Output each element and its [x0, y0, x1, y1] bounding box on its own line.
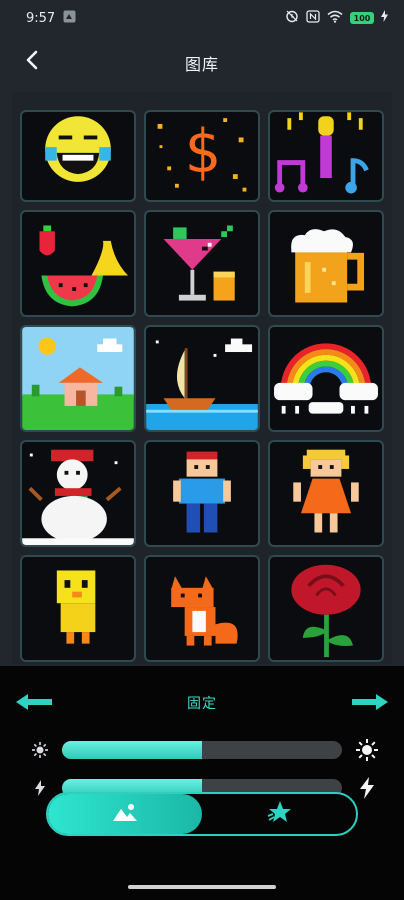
- gallery-item-beer-mug[interactable]: [268, 210, 384, 317]
- snowman-image: [22, 449, 134, 545]
- pixel-girl-image: [293, 449, 359, 533]
- gallery-item-house-landscape[interactable]: [20, 325, 136, 432]
- home-indicator[interactable]: [128, 885, 276, 889]
- status-right: 100: [285, 9, 388, 27]
- wifi-icon: [327, 10, 343, 27]
- gallery-item-yellow-bird[interactable]: [20, 555, 136, 662]
- gallery-item-pixel-boy[interactable]: [144, 440, 260, 547]
- back-chevron-icon: [25, 50, 39, 74]
- microphone-music-image: [274, 112, 369, 194]
- star-icon: [266, 800, 292, 828]
- control-panel: 固定: [0, 666, 404, 900]
- page-title: 图库: [184, 55, 219, 74]
- beer-mug-image: [291, 229, 365, 303]
- notification-icon: [63, 10, 76, 27]
- back-button[interactable]: [18, 48, 46, 76]
- brightness-low-icon: [30, 740, 50, 760]
- laughing-emoji-image: [45, 116, 111, 182]
- nfc-icon: [306, 9, 320, 27]
- speed-high-icon: [355, 776, 379, 800]
- gallery-inner: $: [20, 110, 384, 662]
- brightness-slider[interactable]: [62, 741, 342, 759]
- gallery-item-laughing-emoji[interactable]: [20, 110, 136, 202]
- gallery-item-red-rose[interactable]: [268, 555, 384, 662]
- house-landscape-image: [22, 327, 134, 430]
- status-time: 9:57: [26, 10, 56, 26]
- sailboat-night-image: [146, 338, 258, 430]
- status-bar: 9:57 100: [0, 0, 404, 36]
- gallery-item-cocktail[interactable]: [144, 210, 260, 317]
- content-type-toggle[interactable]: [46, 792, 358, 836]
- alarm-icon: [285, 9, 299, 27]
- gallery-grid[interactable]: $: [12, 92, 392, 664]
- image-icon: [112, 802, 138, 826]
- next-mode-button[interactable]: [350, 694, 390, 714]
- fruits-image: [39, 225, 129, 307]
- brightness-high-icon: [355, 738, 379, 762]
- rainbow-clouds-image: [274, 343, 378, 414]
- yellow-bird-image: [56, 570, 96, 644]
- gallery-item-dollar-sign[interactable]: $: [144, 110, 260, 202]
- fox-image: [171, 576, 238, 646]
- gallery-item-rainbow-clouds[interactable]: [268, 325, 384, 432]
- pixel-boy-image: [173, 451, 231, 533]
- red-rose-image: [291, 564, 361, 658]
- gallery-item-sailboat-night[interactable]: [144, 325, 260, 432]
- charging-icon: [381, 10, 388, 26]
- gallery-item-fox[interactable]: [144, 555, 260, 662]
- brightness-fill: [62, 741, 202, 759]
- gallery-item-microphone-music[interactable]: [268, 110, 384, 202]
- app-bar: 图库: [0, 36, 404, 90]
- status-left: 9:57: [26, 10, 76, 27]
- svg-text:$: $: [184, 117, 220, 187]
- gallery-item-snowman[interactable]: [20, 440, 136, 547]
- speed-low-icon: [30, 778, 50, 798]
- cocktail-image: [163, 225, 235, 301]
- brightness-slider-row: [0, 737, 404, 763]
- gallery-item-fruits[interactable]: [20, 210, 136, 317]
- mode-label: 固定: [187, 696, 217, 712]
- star-mode-option[interactable]: [202, 794, 356, 834]
- arrow-right-icon: [350, 692, 390, 716]
- gallery-item-pixel-girl[interactable]: [268, 440, 384, 547]
- image-mode-option[interactable]: [48, 794, 202, 834]
- battery-icon: 100: [350, 12, 374, 24]
- dollar-sign-image: $: [157, 117, 247, 192]
